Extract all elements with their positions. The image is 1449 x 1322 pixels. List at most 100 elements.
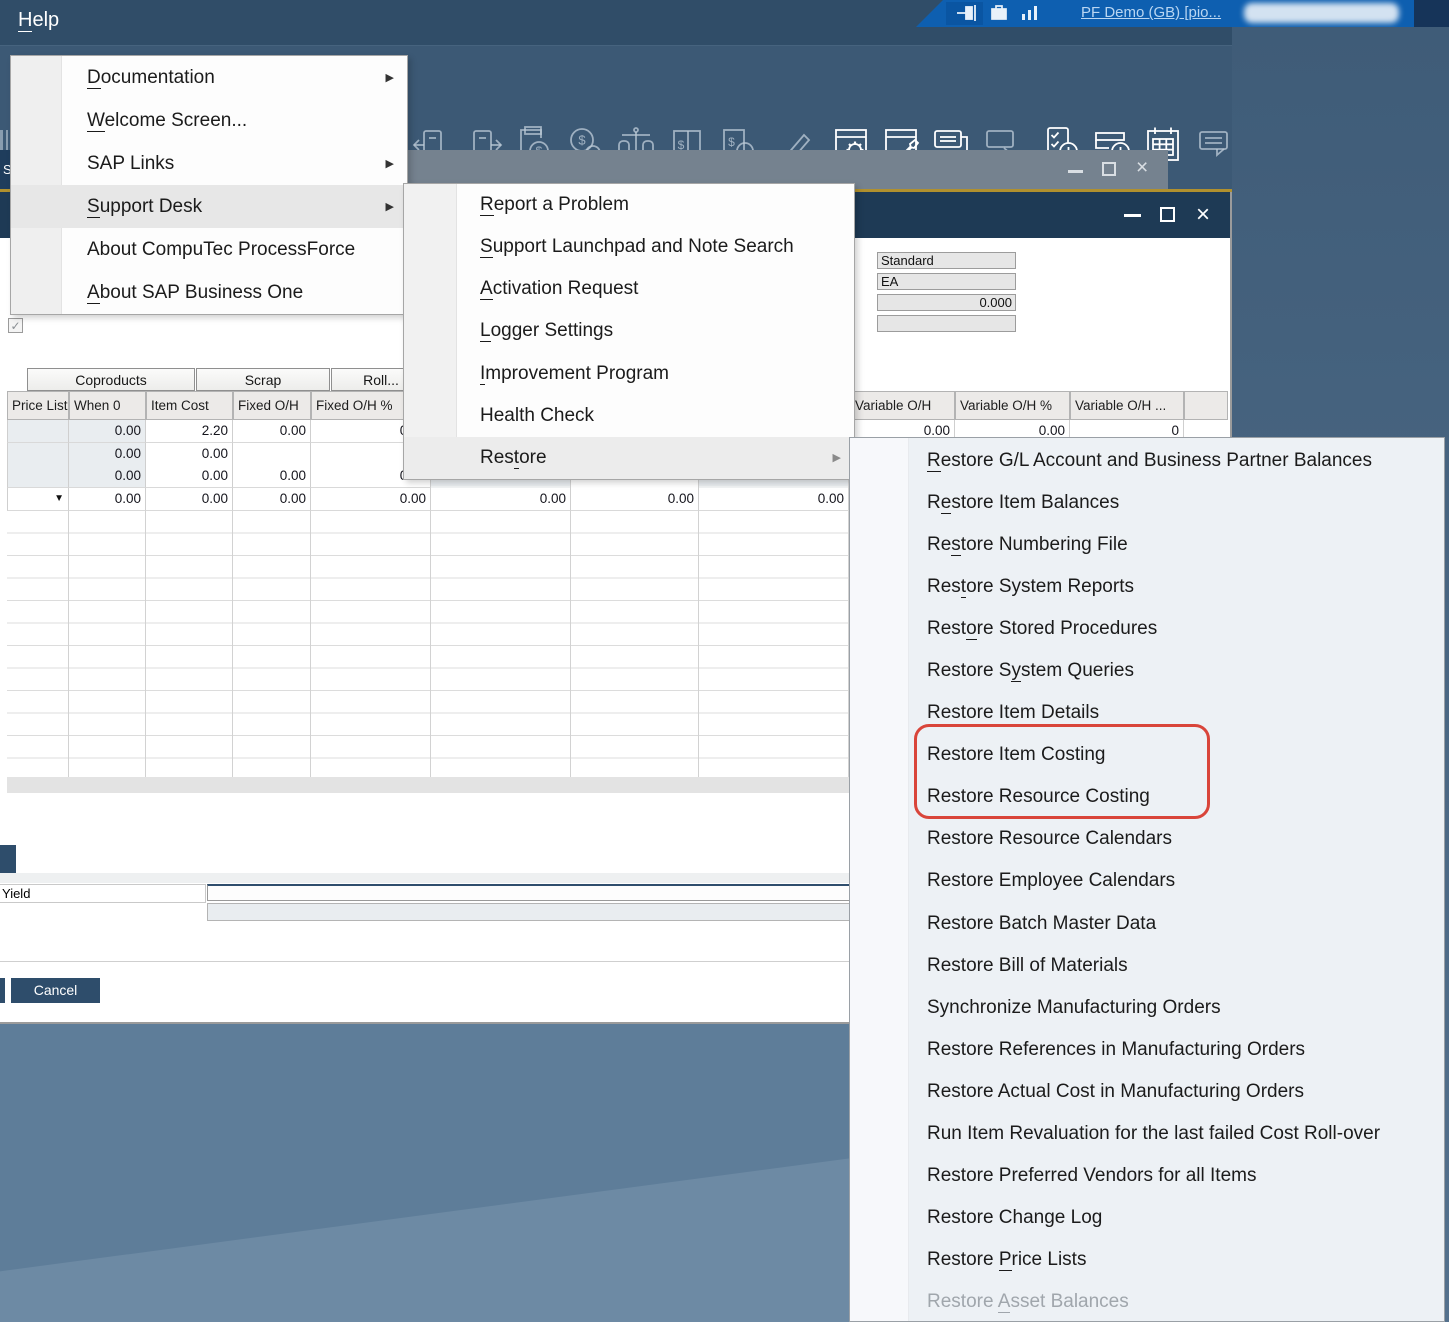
- bar-chart-icon[interactable]: [1020, 4, 1040, 21]
- cell[interactable]: 0.00: [69, 488, 146, 511]
- cell[interactable]: 0.00: [233, 488, 311, 511]
- checkbox[interactable]: ✓: [8, 318, 23, 333]
- menu-item-restore-system-queries[interactable]: Restore System Queries: [850, 650, 1444, 692]
- cell[interactable]: 0.00: [69, 443, 146, 466]
- maximize-icon[interactable]: [1102, 162, 1116, 176]
- menu-item-label: Restore Asset Balances: [927, 1291, 1129, 1313]
- menu-item-label: Restore Employee Calendars: [927, 870, 1175, 892]
- menu-item-label: Restore Price Lists: [927, 1249, 1086, 1271]
- menu-item-health-check[interactable]: Health Check: [404, 395, 854, 437]
- menu-item-about-computec-processforce[interactable]: About CompuTec ProcessForce: [11, 228, 407, 271]
- menu-item-restore-price-lists[interactable]: Restore Price Lists: [850, 1239, 1444, 1281]
- cancel-button[interactable]: Cancel: [11, 978, 100, 1003]
- clipped-button[interactable]: [0, 845, 16, 873]
- menu-item-restore-bill-of-materials[interactable]: Restore Bill of Materials: [850, 945, 1444, 987]
- cell[interactable]: 0.00: [233, 420, 311, 443]
- col-header-when0[interactable]: When 0: [69, 391, 146, 420]
- cell[interactable]: [7, 465, 69, 488]
- cell[interactable]: 0.00: [146, 488, 233, 511]
- uom-field[interactable]: EA: [877, 273, 1016, 290]
- menu-item-logger-settings[interactable]: Logger Settings: [404, 310, 854, 352]
- menu-item-label: Synchronize Manufacturing Orders: [927, 997, 1221, 1019]
- help-menu-trigger[interactable]: Help: [18, 9, 59, 32]
- extra-field[interactable]: [877, 315, 1016, 332]
- cell[interactable]: 0.00: [431, 488, 571, 511]
- tab-coproducts[interactable]: Coproducts: [27, 368, 195, 391]
- price-list-dropdown-cell[interactable]: ▼: [7, 488, 69, 511]
- menu-item-restore-stored-procedures[interactable]: Restore Stored Procedures: [850, 608, 1444, 650]
- cell[interactable]: [7, 443, 69, 466]
- menu-item-synchronize-manufacturing-orders[interactable]: Synchronize Manufacturing Orders: [850, 987, 1444, 1029]
- minimize-icon[interactable]: [1124, 214, 1141, 217]
- menu-item-restore-references-in-manufacturing-orders[interactable]: Restore References in Manufacturing Orde…: [850, 1029, 1444, 1071]
- menu-item-sap-links[interactable]: SAP Links ▶: [11, 142, 407, 185]
- cell[interactable]: 2.20: [146, 420, 233, 443]
- menu-item-activation-request[interactable]: Activation Request: [404, 268, 854, 310]
- cell[interactable]: 0.00: [233, 465, 311, 488]
- menu-item-restore-employee-calendars[interactable]: Restore Employee Calendars: [850, 860, 1444, 902]
- submenu-arrow-icon: ▶: [386, 157, 407, 170]
- menu-item-label: Report a Problem: [480, 194, 629, 216]
- menu-item-restore-asset-balances: Restore Asset Balances: [850, 1281, 1444, 1322]
- close-icon[interactable]: ×: [1196, 205, 1210, 225]
- col-header-fixed-oh[interactable]: Fixed O/H: [233, 391, 311, 420]
- menu-item-restore[interactable]: Restore▶: [404, 437, 854, 479]
- menu-item-label: Restore Bill of Materials: [927, 955, 1128, 977]
- pin-button[interactable]: [946, 2, 983, 25]
- valuation-method-field[interactable]: Standard: [877, 252, 1016, 269]
- maximize-icon[interactable]: [1160, 207, 1175, 222]
- menu-item-welcome-screen[interactable]: Welcome Screen...: [11, 99, 407, 142]
- menu-item-restore-change-log[interactable]: Restore Change Log: [850, 1197, 1444, 1239]
- svg-text:$: $: [728, 135, 735, 149]
- cell[interactable]: 0.00: [146, 443, 233, 466]
- menu-item-documentation[interactable]: Documentation▶: [11, 56, 407, 99]
- session-bar-end: [1414, 0, 1449, 27]
- briefcase-icon[interactable]: [990, 4, 1008, 21]
- cell[interactable]: 0.00: [69, 465, 146, 488]
- cell[interactable]: 0.00: [699, 488, 849, 511]
- menu-item-restore-preferred-vendors-for-all-items[interactable]: Restore Preferred Vendors for all Items: [850, 1155, 1444, 1197]
- menu-item-restore-resource-calendars[interactable]: Restore Resource Calendars: [850, 818, 1444, 860]
- cell[interactable]: [233, 443, 311, 466]
- menu-item-about-sap-business-one[interactable]: About SAP Business One: [11, 271, 407, 314]
- pin-icon: [946, 2, 983, 25]
- cell[interactable]: [7, 420, 69, 443]
- clipped-ok-button[interactable]: [0, 978, 5, 1003]
- menu-item-label: Support Launchpad and Note Search: [480, 236, 794, 258]
- col-header-price-list[interactable]: Price List: [7, 391, 69, 420]
- svg-text:$: $: [578, 133, 586, 148]
- menu-item-restore-system-reports[interactable]: Restore System Reports: [850, 566, 1444, 608]
- minimize-icon[interactable]: [1068, 170, 1083, 173]
- submenu-arrow-icon: ▶: [386, 71, 407, 84]
- menu-item-label: SAP Links: [87, 153, 174, 175]
- menu-item-label: About CompuTec ProcessForce: [87, 239, 355, 261]
- menu-item-label: Restore Stored Procedures: [927, 618, 1157, 640]
- application-window: Help PF Demo (GB) [pio... $$$$$ × S: [0, 0, 1449, 1322]
- menu-item-restore-g-l-account-and-business-partner-balances[interactable]: Restore G/L Account and Business Partner…: [850, 440, 1444, 482]
- menu-item-restore-batch-master-data[interactable]: Restore Batch Master Data: [850, 903, 1444, 945]
- restore-submenu: Restore G/L Account and Business Partner…: [849, 437, 1445, 1322]
- menu-item-restore-item-balances[interactable]: Restore Item Balances: [850, 482, 1444, 524]
- menu-item-support-launchpad-and-note-search[interactable]: Support Launchpad and Note Search: [404, 226, 854, 268]
- quantity-field[interactable]: 0.000: [877, 294, 1016, 311]
- cell[interactable]: 0.00: [146, 465, 233, 488]
- close-icon[interactable]: ×: [1136, 161, 1148, 175]
- col-header-item-cost[interactable]: Item Cost: [146, 391, 233, 420]
- menu-item-report-a-problem[interactable]: Report a Problem: [404, 184, 854, 226]
- menu-item-run-item-revaluation-for-the-last-failed-cost-roll-over[interactable]: Run Item Revaluation for the last failed…: [850, 1113, 1444, 1155]
- col-header-variable-oh[interactable]: Variable O/H: [850, 391, 955, 420]
- col-header-variable-oh-x[interactable]: Variable O/H ...: [1070, 391, 1184, 420]
- tab-scrap[interactable]: Scrap: [196, 368, 330, 391]
- cell[interactable]: 0.00: [69, 420, 146, 443]
- session-company-link[interactable]: PF Demo (GB) [pio...: [1081, 4, 1221, 21]
- menu-item-label: Restore Numbering File: [927, 534, 1128, 556]
- session-bar: PF Demo (GB) [pio...: [916, 0, 1415, 27]
- cell[interactable]: 0.00: [571, 488, 699, 511]
- menu-item-support-desk[interactable]: Support Desk▶: [11, 185, 407, 228]
- menu-item-restore-actual-cost-in-manufacturing-orders[interactable]: Restore Actual Cost in Manufacturing Ord…: [850, 1071, 1444, 1113]
- menu-item-label: Logger Settings: [480, 320, 613, 342]
- menu-item-improvement-program[interactable]: Improvement Program: [404, 353, 854, 395]
- menu-item-restore-numbering-file[interactable]: Restore Numbering File: [850, 524, 1444, 566]
- col-header-variable-oh-pct[interactable]: Variable O/H %: [955, 391, 1070, 420]
- cell[interactable]: 0.00: [311, 488, 431, 511]
